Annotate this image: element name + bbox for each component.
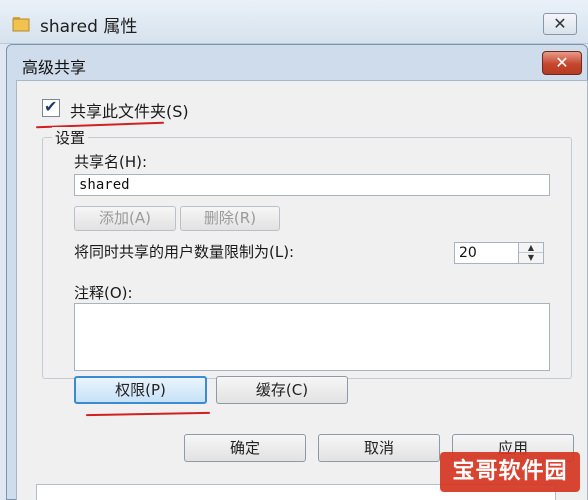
share-name-input[interactable]: shared (74, 174, 550, 196)
spin-up-icon[interactable]: ▲ (519, 243, 543, 253)
checkmark-icon: ✔ (44, 97, 58, 116)
watermark-logo: 宝哥软件园 (440, 452, 580, 492)
add-button[interactable]: 添加(A) (74, 206, 176, 231)
share-folder-label: 共享此文件夹(S) (70, 102, 189, 121)
remove-button[interactable]: 删除(R) (180, 206, 280, 231)
dialog-title: 高级共享 (22, 58, 87, 77)
permissions-button[interactable]: 权限(P) (74, 376, 207, 404)
ok-button[interactable]: 确定 (184, 434, 306, 462)
settings-legend: 设置 (52, 127, 89, 148)
spin-down-icon[interactable]: ▼ (519, 253, 543, 263)
outer-window-title: shared 属性 (40, 17, 138, 37)
folder-icon (12, 17, 30, 32)
dialog-close-button[interactable]: ✕ (542, 51, 582, 75)
comment-label: 注释(O): (74, 284, 133, 302)
share-folder-checkbox[interactable]: ✔ (42, 97, 60, 117)
share-name-label: 共享名(H): (74, 153, 148, 171)
user-limit-input[interactable]: 20 (454, 242, 520, 264)
outer-close-button[interactable]: ✕ (543, 13, 577, 35)
cancel-button[interactable]: 取消 (318, 434, 440, 462)
user-limit-label: 将同时共享的用户数量限制为(L): (74, 243, 295, 261)
user-limit-spinner[interactable]: ▲ ▼ (518, 242, 544, 264)
comment-textarea[interactable] (74, 303, 550, 371)
caching-button[interactable]: 缓存(C) (216, 376, 348, 404)
